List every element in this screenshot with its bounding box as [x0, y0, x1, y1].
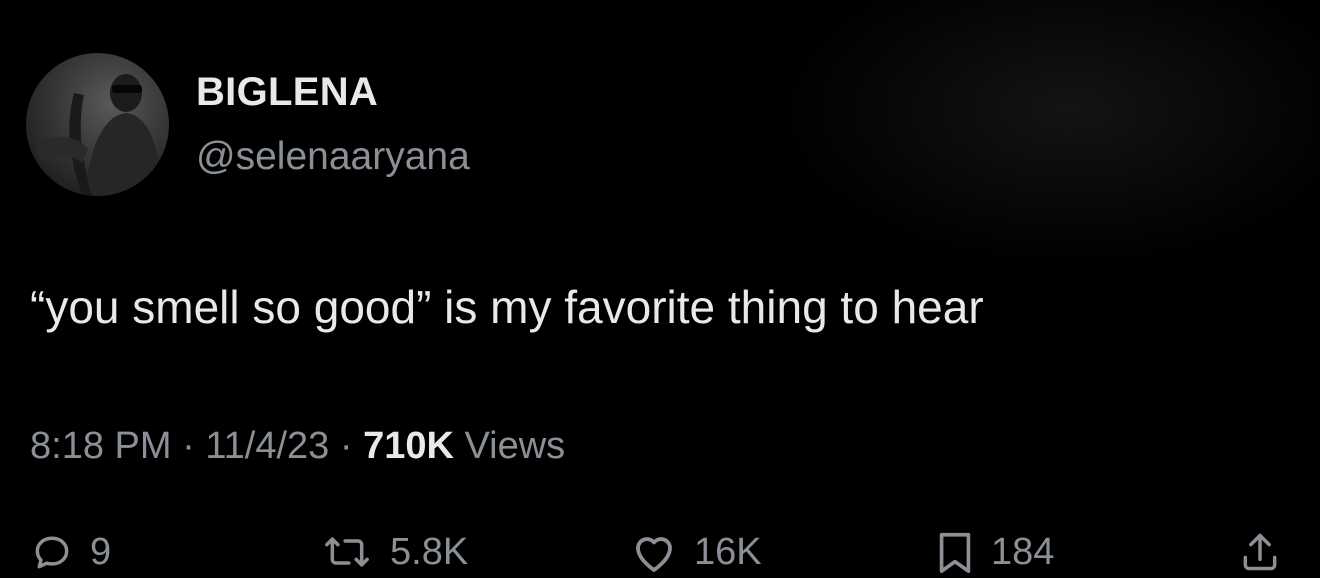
tweet-card: BIGLENA @selenaaryana “you smell so good…	[0, 0, 1320, 578]
share-icon	[1238, 529, 1282, 575]
action-bar: 9 5.8K 16K 184	[0, 522, 1320, 578]
meta-separator: ·	[182, 425, 206, 467]
tweet-text: “you smell so good” is my favorite thing…	[30, 281, 984, 333]
reply-icon	[30, 530, 74, 574]
meta-separator: ·	[339, 425, 364, 467]
tweet-date[interactable]: 11/4/23	[205, 425, 329, 467]
like-button[interactable]: 16K	[630, 522, 762, 578]
bookmark-icon	[935, 529, 975, 575]
user-handle[interactable]: @selenaaryana	[196, 135, 470, 179]
tweet-time[interactable]: 8:18 PM	[30, 425, 172, 467]
tweet-meta: 8:18 PM · 11/4/23 · 710K Views	[30, 425, 565, 468]
avatar-photo	[36, 74, 162, 196]
views-label: Views	[464, 425, 566, 467]
retweet-count: 5.8K	[390, 530, 469, 573]
display-name[interactable]: BIGLENA	[196, 70, 378, 115]
avatar[interactable]	[26, 53, 169, 196]
retweet-button[interactable]: 5.8K	[320, 522, 468, 578]
bookmark-button[interactable]: 184	[935, 522, 1054, 578]
background-glow	[790, 0, 1320, 260]
heart-icon	[630, 530, 678, 574]
retweet-icon	[320, 530, 374, 574]
share-button[interactable]	[1238, 522, 1282, 578]
bookmark-count: 184	[991, 530, 1055, 573]
reply-count: 9	[90, 530, 112, 573]
reply-button[interactable]: 9	[30, 522, 111, 578]
views-count: 710K	[363, 425, 454, 467]
like-count: 16K	[694, 530, 762, 573]
